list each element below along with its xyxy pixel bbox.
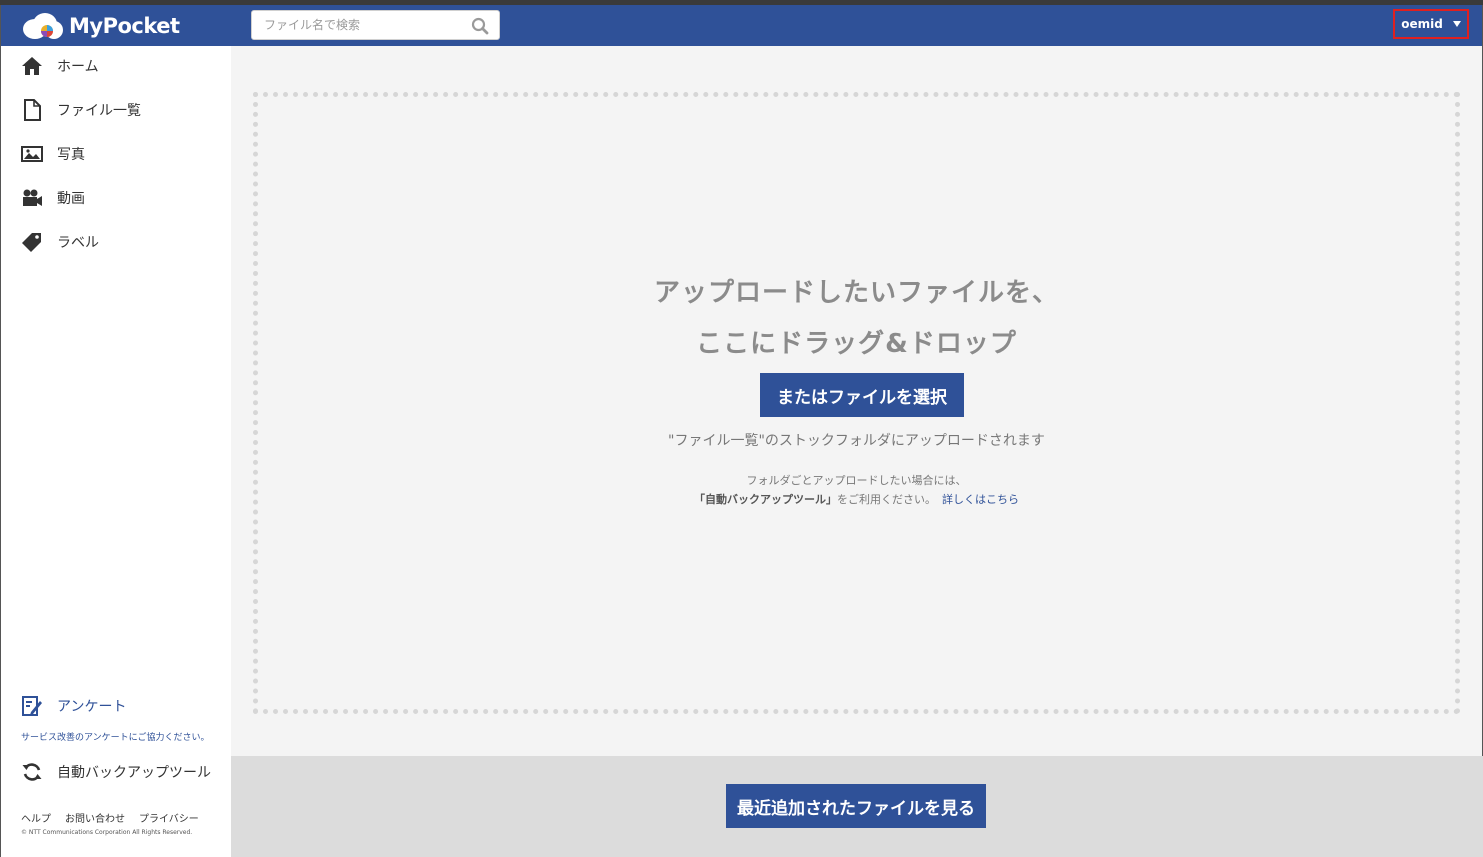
search-icon[interactable] <box>471 17 489 35</box>
help-link[interactable]: ヘルプ <box>21 810 51 825</box>
home-icon <box>22 57 42 75</box>
dropzone-title-line1: アップロードしたいファイルを、 <box>653 278 1059 308</box>
sidebar-item-label: ファイル一覧 <box>57 103 141 119</box>
user-name: oemid <box>1401 17 1443 31</box>
folder-upload-note: フォルダごとアップロードしたい場合には、 <box>746 474 967 487</box>
search-input[interactable] <box>252 11 462 39</box>
sidebar-item-files[interactable]: ファイル一覧 <box>1 90 231 130</box>
sidebar-item-labels[interactable]: ラベル <box>1 222 231 262</box>
bottom-bar: 最近追加されたファイルを見る <box>231 756 1483 857</box>
copyright: © NTT Communications Corporation All Rig… <box>21 829 193 836</box>
search-box <box>251 10 500 40</box>
sidebar-item-backup-tool[interactable]: 自動バックアップツール <box>1 752 231 792</box>
backup-tool-suffix: をご利用ください。 <box>837 493 936 506</box>
backup-tool-note: 「自動バックアップツール」をご利用ください。 詳しくはこちら <box>258 491 1455 507</box>
top-header: MyPocket oemid <box>1 5 1482 46</box>
logo-text: MyPocket <box>69 14 180 38</box>
privacy-link[interactable]: プライバシー <box>139 810 199 825</box>
upload-dropzone[interactable]: アップロードしたいファイルを、 ここにドラッグ&ドロップ またはファイルを選択 … <box>253 92 1460 714</box>
dropzone-title-line2: ここにドラッグ&ドロップ <box>696 329 1017 359</box>
tag-icon <box>22 233 41 252</box>
backup-tool-name: 「自動バックアップツール」 <box>694 493 837 506</box>
file-icon <box>24 99 41 121</box>
survey-label: アンケート <box>57 699 127 715</box>
sidebar-item-photos[interactable]: 写真 <box>1 134 231 174</box>
logo[interactable]: MyPocket <box>21 11 180 41</box>
video-camera-icon <box>23 189 42 206</box>
user-menu-button[interactable]: oemid <box>1393 9 1469 39</box>
photo-icon <box>21 146 43 162</box>
sidebar-item-survey[interactable]: アンケート <box>1 686 231 726</box>
sidebar: ホーム ファイル一覧 写真 動画 ラベル アンケート サービス改善のアンケートに… <box>1 46 231 857</box>
app-window: MyPocket oemid ホーム ファイル一覧 <box>0 5 1483 857</box>
sidebar-item-label: ラベル <box>57 235 99 251</box>
survey-note[interactable]: サービス改善のアンケートにご協力ください。 <box>21 730 209 743</box>
sidebar-item-label: 動画 <box>57 191 85 207</box>
caret-down-icon <box>1452 21 1461 27</box>
survey-edit-icon <box>22 696 42 716</box>
sidebar-item-videos[interactable]: 動画 <box>1 178 231 218</box>
upload-destination-note: "ファイル一覧"のストックフォルダにアップロードされます <box>668 433 1045 449</box>
sync-icon <box>22 763 42 781</box>
recent-files-button[interactable]: 最近追加されたファイルを見る <box>726 784 986 828</box>
details-link[interactable]: 詳しくはこちら <box>942 493 1019 506</box>
sidebar-item-home[interactable]: ホーム <box>1 46 231 86</box>
contact-link[interactable]: お問い合わせ <box>65 810 125 825</box>
select-file-button[interactable]: またはファイルを選択 <box>760 373 964 417</box>
cloud-logo-icon <box>23 13 63 39</box>
footer-links: ヘルプ お問い合わせ プライバシー <box>21 810 199 825</box>
sidebar-item-label: ホーム <box>57 59 99 75</box>
sidebar-item-label: 自動バックアップツール <box>57 765 211 781</box>
sidebar-item-label: 写真 <box>57 147 85 163</box>
